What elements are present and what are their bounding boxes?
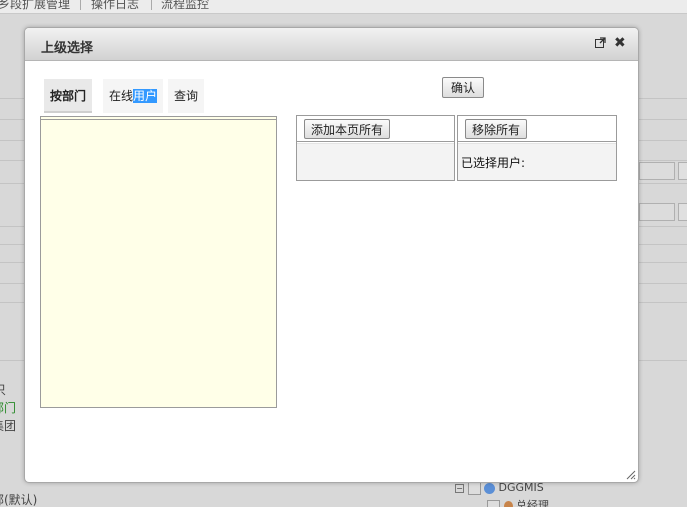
selected-users-box: 移除所有 已选择用户: <box>457 115 617 181</box>
tree-checkbox[interactable] <box>487 499 500 507</box>
popout-icon[interactable] <box>595 37 606 51</box>
tab-query[interactable]: 查询 <box>168 79 205 113</box>
bg-menu-separator <box>151 0 152 10</box>
bg-input-field[interactable] <box>639 162 675 180</box>
dialog-title: 上级选择 <box>41 41 94 56</box>
selected-users-label: 已选择用户: <box>461 156 526 170</box>
parent-select-dialog: 上级选择 ✖ 按部门 在线用户 查询 确认 添加本页所有 移除所有 已选择用户: <box>24 27 639 483</box>
selected-users-list[interactable]: 已选择用户: <box>458 143 616 180</box>
bg-menu-item-monitor[interactable]: 流程监控 <box>161 0 209 12</box>
bg-text: 部(默认) <box>0 493 38 507</box>
bg-lookup-button[interactable] <box>678 203 687 221</box>
tree-checkbox[interactable] <box>467 481 481 495</box>
tab-online-users[interactable]: 在线用户 <box>103 79 164 113</box>
database-icon <box>484 482 495 494</box>
confirm-button[interactable]: 确认 <box>442 77 484 98</box>
available-users-header: 添加本页所有 <box>297 116 454 142</box>
selected-users-header: 移除所有 <box>458 116 616 142</box>
bg-input-field[interactable] <box>639 203 675 221</box>
tab-by-department[interactable]: 按部门 <box>44 79 93 113</box>
user-icon <box>503 501 513 507</box>
bg-lookup-button[interactable] <box>678 162 687 180</box>
resize-grip-icon[interactable] <box>625 469 636 480</box>
tree-child-row: 总经理 <box>487 497 549 507</box>
available-users-box: 添加本页所有 <box>296 115 455 181</box>
bg-text-link[interactable]: 部门 <box>0 399 16 416</box>
available-users-list[interactable] <box>297 143 454 180</box>
tab-online-users-highlight: 用户 <box>133 89 158 103</box>
background-menu-bar: 乡段扩展管理 操作日志 流程监控 <box>0 0 687 14</box>
bg-menu-item-extension[interactable]: 乡段扩展管理 <box>0 0 70 12</box>
add-all-on-page-button[interactable]: 添加本页所有 <box>304 119 391 139</box>
bg-menu-separator <box>80 0 81 10</box>
bg-text: 集团 <box>0 419 17 433</box>
close-icon[interactable]: ✖ <box>614 36 626 50</box>
remove-all-button[interactable]: 移除所有 <box>465 119 528 139</box>
bg-menu-item-log[interactable]: 操作日志 <box>91 0 139 12</box>
tab-online-users-label: 在线 <box>109 89 134 103</box>
dialog-header[interactable]: 上级选择 ✖ <box>25 28 638 61</box>
panel-divider <box>41 119 276 120</box>
department-tree-panel[interactable] <box>40 116 277 408</box>
bg-text: 只 <box>0 383 7 397</box>
tree-collapse-icon[interactable]: − <box>455 483 464 493</box>
tree-node-label[interactable]: 总经理 <box>516 499 549 507</box>
bg-org-tree: − DGGMIS 总经理 <box>455 481 549 507</box>
